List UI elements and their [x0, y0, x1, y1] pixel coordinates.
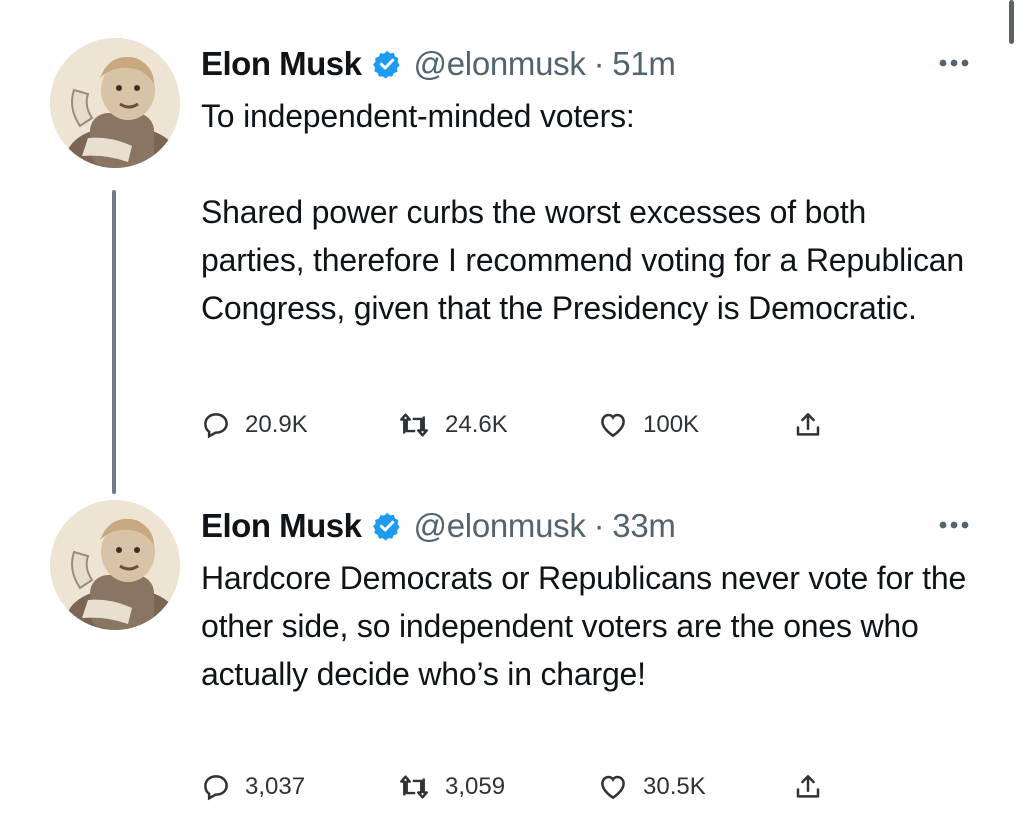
tweet-thread: Elon Musk @elonmusk · 51m To independent…: [0, 0, 1024, 832]
tweet-header: Elon Musk @elonmusk · 33m: [201, 500, 971, 552]
more-horizontal-icon: [939, 59, 969, 67]
retweet-icon: [400, 413, 428, 437]
timestamp[interactable]: 51m: [612, 45, 676, 83]
retweet-button[interactable]: 3,059: [397, 772, 597, 802]
like-count: 100K: [643, 411, 700, 438]
tweet-header: Elon Musk @elonmusk · 51m: [201, 38, 971, 90]
retweet-count: 24.6K: [445, 411, 508, 438]
author-handle[interactable]: @elonmusk: [414, 45, 586, 83]
scrollbar[interactable]: [1009, 0, 1014, 44]
author-name[interactable]: Elon Musk: [201, 45, 362, 83]
reply-button[interactable]: 3,037: [201, 772, 397, 802]
tweet-text: Hardcore Democrats or Republicans never …: [201, 560, 975, 692]
share-icon: [796, 775, 820, 798]
like-button[interactable]: 30.5K: [597, 772, 793, 802]
retweet-count: 3,059: [445, 773, 506, 800]
thread-connector-line: [112, 190, 116, 494]
share-button[interactable]: [793, 772, 823, 802]
tweet-body: Elon Musk @elonmusk · 51m To independent…: [201, 38, 971, 439]
heart-icon: [601, 413, 625, 438]
tweet-actions: 3,037 3,059 30.5K: [201, 765, 823, 809]
retweet-button[interactable]: 24.6K: [397, 410, 597, 440]
reply-button[interactable]: 20.9K: [201, 410, 397, 440]
separator-dot: ·: [593, 45, 605, 82]
reply-count: 20.9K: [245, 411, 308, 438]
author-handle[interactable]: @elonmusk: [414, 507, 586, 545]
more-horizontal-icon: [939, 521, 969, 529]
author-name[interactable]: Elon Musk: [201, 507, 362, 545]
verified-badge-icon: [372, 511, 402, 541]
like-count: 30.5K: [643, 773, 706, 800]
like-button[interactable]: 100K: [597, 410, 793, 440]
avatar-image: [50, 38, 180, 168]
avatar-image: [50, 500, 180, 630]
heart-icon: [601, 775, 625, 800]
share-icon: [796, 413, 820, 436]
tweet-body: Elon Musk @elonmusk · 33m Hardcore Democ…: [201, 500, 975, 801]
reply-icon: [204, 413, 228, 439]
reply-count: 3,037: [245, 773, 306, 800]
retweet-icon: [400, 775, 428, 799]
more-options-button[interactable]: [936, 48, 972, 78]
avatar[interactable]: [50, 500, 180, 630]
tweet-actions: 20.9K 24.6K 100K: [201, 403, 823, 447]
timestamp[interactable]: 33m: [612, 507, 676, 545]
more-options-button[interactable]: [936, 510, 972, 540]
separator-dot: ·: [593, 507, 605, 544]
share-button[interactable]: [793, 410, 823, 440]
avatar[interactable]: [50, 38, 180, 168]
tweet-text: To independent-minded voters: Shared pow…: [201, 98, 964, 326]
reply-icon: [204, 775, 228, 801]
verified-badge-icon: [372, 49, 402, 79]
